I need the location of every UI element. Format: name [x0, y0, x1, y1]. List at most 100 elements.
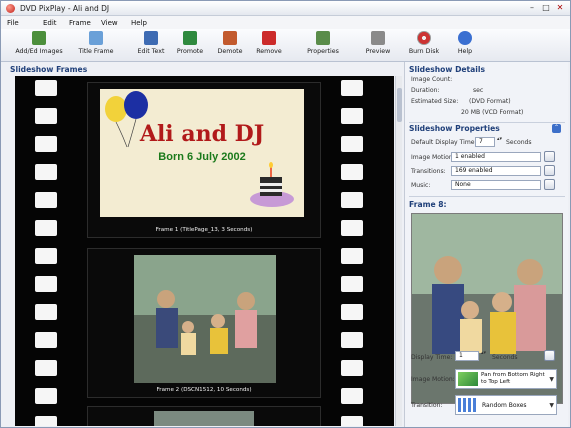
demote-button[interactable]: Demote [215, 31, 245, 60]
sprocket-hole [341, 416, 363, 426]
title-page-thumbnail: Ali and DJ Born 6 July 2002 [100, 89, 304, 217]
image-motion-edit-icon[interactable] [544, 151, 555, 162]
transition-dropdown[interactable]: Random Boxes ▼ [455, 395, 557, 415]
apply-to-all-icon[interactable] [544, 350, 555, 361]
display-time-stepper-icon[interactable]: ▴▾ [481, 350, 486, 356]
slideshow-details-title: Slideshow Details [409, 65, 485, 74]
music-label: Music: [411, 182, 431, 189]
sprocket-hole [35, 164, 57, 180]
frame-caption-2: Frame 2 (DSCN1512, 10 Seconds) [156, 387, 252, 393]
menu-bar: File Edit Frame View Help [1, 16, 570, 29]
family-photo-thumbnail [134, 255, 276, 383]
display-time-label: Display Time: [411, 354, 453, 361]
frame-image-motion-label: Image Motion: [411, 376, 455, 383]
remove-icon [262, 31, 276, 45]
promote-label: Promote [176, 48, 204, 55]
help-button[interactable]: Help [453, 31, 477, 60]
sprocket-hole [35, 80, 57, 96]
properties-button[interactable]: Properties [303, 31, 343, 60]
sprocket-hole [35, 332, 57, 348]
sprocket-hole [35, 136, 57, 152]
add-images-label: Add/Ed Images [15, 48, 63, 55]
sprocket-hole [341, 192, 363, 208]
sprocket-hole [341, 332, 363, 348]
frame-card-1[interactable]: Ali and DJ Born 6 July 2002 Frame 1 (Tit… [87, 82, 321, 238]
sprocket-hole [341, 80, 363, 96]
sprocket-hole [35, 248, 57, 264]
window-title: DVD PixPlay - Ali and DJ [20, 4, 110, 13]
add-images-icon [32, 31, 46, 45]
music-value: None [451, 180, 541, 190]
image-motion-selected: Pan from Bottom Right to Top Left [481, 372, 545, 385]
image-motion-value: 1 enabled [451, 152, 541, 162]
sprocket-hole [341, 360, 363, 376]
promote-button[interactable]: Promote [175, 31, 205, 60]
chevron-down-icon: ▼ [549, 376, 554, 383]
sprocket-hole [341, 136, 363, 152]
divider [409, 122, 565, 123]
sprocket-hole [341, 304, 363, 320]
minimize-button[interactable]: – [526, 3, 538, 13]
edit-text-label: Edit Text [137, 48, 165, 55]
duration-value: sec [473, 87, 484, 94]
frame-caption-1: Frame 1 (TitlePage_13, 3 Seconds) [155, 227, 253, 233]
slideshow-frames-panel: Slideshow Frames Ali and DJ Born 6 July … [6, 62, 402, 427]
edit-text-icon [144, 31, 158, 45]
frame-card-2[interactable]: Frame 2 (DSCN1512, 10 Seconds) [87, 248, 321, 398]
preview-label: Preview [365, 48, 391, 55]
duration-label: Duration: [411, 87, 440, 94]
preview-icon [371, 31, 385, 45]
music-note-icon[interactable] [544, 179, 555, 190]
chevron-down-icon: ▼ [549, 402, 554, 409]
add-images-button[interactable]: Add/Ed Images [15, 31, 63, 60]
title-frame-button[interactable]: Title Frame [73, 31, 119, 60]
properties-label: Properties [307, 48, 339, 55]
transition-label: Transition: [411, 402, 443, 409]
remove-label: Remove [256, 48, 282, 55]
edit-text-button[interactable]: Edit Text [133, 31, 169, 60]
sprocket-hole [35, 276, 57, 292]
burn-disk-icon [417, 31, 431, 45]
menu-edit[interactable]: Edit [43, 19, 57, 27]
transitions-label: Transitions: [411, 168, 446, 175]
transitions-edit-icon[interactable] [544, 165, 555, 176]
estimated-size-label: Estimated Size: [411, 98, 459, 105]
display-time-input[interactable]: 1 [455, 351, 479, 361]
default-display-time-input[interactable]: 7 [475, 137, 495, 147]
divider [409, 196, 565, 197]
frame-3-thumbnail [154, 411, 254, 426]
remove-button[interactable]: Remove [253, 31, 285, 60]
menu-file[interactable]: File [7, 19, 19, 27]
default-display-time-label: Default Display Time: [411, 139, 477, 146]
scrollbar-thumb[interactable] [397, 88, 402, 122]
estimated-size-vcd: 20 MB (VCD Format) [461, 109, 524, 116]
pan-motion-icon [458, 372, 478, 386]
menu-help[interactable]: Help [131, 19, 147, 27]
title-frame-label: Title Frame [78, 48, 114, 55]
menu-view[interactable]: View [101, 19, 118, 27]
preview-button[interactable]: Preview [361, 31, 395, 60]
frames-scrollbar[interactable] [395, 76, 402, 426]
app-window: DVD PixPlay - Ali and DJ – □ ✕ File Edit… [0, 0, 571, 428]
family-photo [134, 255, 276, 383]
toolbar: Add/Ed Images Title Frame Edit Text Prom… [1, 29, 570, 62]
image-motion-label: Image Motion: [411, 154, 455, 161]
burn-disk-button[interactable]: Burn Disk [407, 31, 441, 60]
collapse-up-icon[interactable]: ⌃ [552, 124, 561, 133]
sprocket-hole [35, 108, 57, 124]
frame-card-3[interactable] [87, 406, 321, 426]
image-motion-dropdown[interactable]: Pan from Bottom Right to Top Left ▼ [455, 369, 557, 389]
estimated-size-dvd: (DVD Format) [469, 98, 511, 105]
transition-selected: Random Boxes [482, 402, 527, 409]
default-display-stepper-icon[interactable]: ▴▾ [497, 136, 502, 142]
properties-panel: Slideshow Details Image Count: Duration:… [404, 62, 568, 427]
sprocket-hole [341, 164, 363, 180]
menu-frame[interactable]: Frame [69, 19, 91, 27]
demote-icon [223, 31, 237, 45]
display-time-unit: Seconds [492, 354, 518, 361]
close-button[interactable]: ✕ [554, 3, 566, 13]
maximize-button[interactable]: □ [540, 3, 552, 13]
help-icon [458, 31, 472, 45]
image-count-label: Image Count: [411, 76, 453, 83]
title-frame-icon [89, 31, 103, 45]
